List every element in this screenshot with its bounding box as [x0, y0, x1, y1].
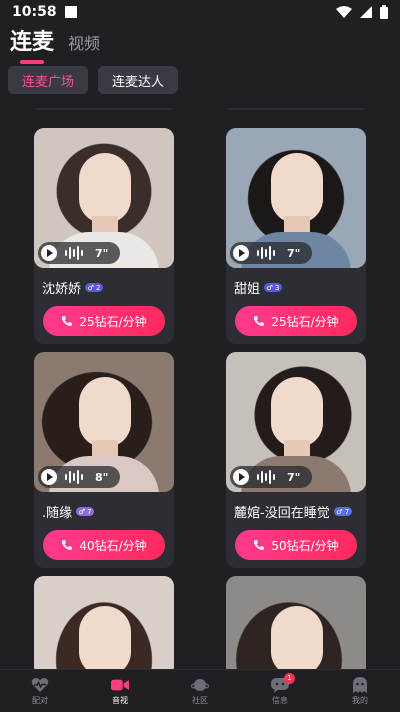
- voice-duration: 7": [95, 246, 109, 260]
- nav-label: 音视: [112, 695, 128, 705]
- play-icon[interactable]: [233, 245, 249, 261]
- nav-community[interactable]: 社区: [160, 670, 240, 712]
- heart-pulse-icon: [31, 677, 49, 693]
- nav-label: 社区: [192, 695, 208, 705]
- voice-intro[interactable]: 7": [230, 242, 312, 264]
- level-badge: ♂ 7: [76, 507, 95, 516]
- bottom-nav: 配对 音视 社区 1 信息 我的: [0, 669, 400, 712]
- nav-messages[interactable]: 1 信息: [240, 670, 320, 712]
- call-price: 25钻石/分钟: [271, 314, 339, 329]
- level-badge: ♂ 7: [333, 507, 352, 516]
- video-camera-icon: [111, 677, 129, 693]
- streamer-photo[interactable]: [34, 576, 174, 669]
- photo-face: [271, 153, 323, 223]
- chat-bubble-icon: 1: [271, 672, 295, 693]
- planet-icon: [191, 677, 209, 693]
- streamer-card[interactable]: [226, 576, 366, 669]
- call-price: 40钻石/分钟: [79, 538, 147, 553]
- streamer-card[interactable]: 7" 甜姐 ♂ 3 25钻石/分钟: [226, 128, 366, 344]
- notification-icon: [64, 6, 77, 18]
- status-time: 10:58: [12, 4, 57, 20]
- wifi-icon: [336, 6, 352, 18]
- card-partial-top-left: [34, 108, 174, 110]
- unread-badge: 1: [284, 672, 295, 684]
- battery-icon: [380, 5, 388, 19]
- streamer-name: 甜姐: [234, 282, 261, 297]
- call-button[interactable]: 40钻石/分钟: [43, 530, 165, 560]
- photo-face: [79, 153, 131, 223]
- voice-intro[interactable]: 8": [38, 466, 120, 488]
- ghost-profile-icon: [351, 676, 369, 693]
- call-button[interactable]: 50钻石/分钟: [235, 530, 357, 560]
- play-icon[interactable]: [41, 469, 57, 485]
- level-badge: ♂ 2: [85, 283, 104, 292]
- subtab-square[interactable]: 连麦广场: [8, 66, 89, 94]
- streamer-card[interactable]: [34, 576, 174, 669]
- voice-duration: 7": [287, 246, 301, 260]
- waveform-icon: [257, 470, 275, 484]
- subtab-bar: 连麦广场 连麦达人: [0, 66, 400, 96]
- streamer-photo[interactable]: 7": [226, 128, 366, 268]
- streamer-photo[interactable]: [226, 576, 366, 669]
- play-icon[interactable]: [41, 245, 57, 261]
- voice-duration: 7": [287, 470, 301, 484]
- call-button[interactable]: 25钻石/分钟: [235, 306, 357, 336]
- waveform-icon: [257, 246, 275, 260]
- waveform-icon: [65, 246, 83, 260]
- nav-label: 我的: [352, 695, 368, 705]
- streamer-feed[interactable]: 7" 沈娇娇 ♂ 2 25钻石/分钟 7" 甜姐 ♂ 3 25钻石/分钟 8" …: [0, 108, 400, 669]
- voice-duration: 8": [95, 470, 109, 484]
- streamer-photo[interactable]: 8": [34, 352, 174, 492]
- photo-face: [271, 606, 323, 669]
- waveform-icon: [65, 470, 83, 484]
- nav-match[interactable]: 配对: [0, 670, 80, 712]
- tab-voice-chat[interactable]: 连麦: [10, 24, 54, 64]
- signal-icon: [360, 6, 372, 18]
- voice-intro[interactable]: 7": [230, 466, 312, 488]
- tab-video[interactable]: 视频: [68, 30, 100, 64]
- photo-face: [271, 377, 323, 447]
- streamer-name: 麓婠-没回在睡觉: [234, 506, 330, 521]
- photo-face: [79, 606, 131, 669]
- level-badge: ♂ 3: [264, 283, 283, 292]
- streamer-name: 沈娇娇: [42, 282, 82, 297]
- status-bar: 10:58: [0, 0, 400, 24]
- streamer-photo[interactable]: 7": [226, 352, 366, 492]
- top-tabs: 连麦 视频: [0, 24, 400, 64]
- photo-face: [79, 377, 131, 447]
- streamer-card[interactable]: 7" 沈娇娇 ♂ 2 25钻石/分钟: [34, 128, 174, 344]
- nav-audio-video[interactable]: 音视: [80, 670, 160, 712]
- streamer-name: .随缘: [42, 506, 73, 521]
- phone-icon: [62, 540, 73, 551]
- phone-icon: [62, 316, 73, 327]
- phone-icon: [254, 316, 265, 327]
- subtab-experts[interactable]: 连麦达人: [98, 66, 179, 94]
- nav-label: 信息: [272, 695, 288, 705]
- card-partial-top-right: [226, 108, 366, 110]
- call-price: 50钻石/分钟: [271, 538, 339, 553]
- call-price: 25钻石/分钟: [79, 314, 147, 329]
- call-button[interactable]: 25钻石/分钟: [43, 306, 165, 336]
- phone-icon: [254, 540, 265, 551]
- play-icon[interactable]: [233, 469, 249, 485]
- voice-intro[interactable]: 7": [38, 242, 120, 264]
- nav-label: 配对: [32, 695, 48, 705]
- nav-profile[interactable]: 我的: [320, 670, 400, 712]
- streamer-card[interactable]: 8" .随缘 ♂ 7 40钻石/分钟: [34, 352, 174, 568]
- streamer-card[interactable]: 7" 麓婠-没回在睡觉 ♂ 7 50钻石/分钟: [226, 352, 366, 568]
- streamer-photo[interactable]: 7": [34, 128, 174, 268]
